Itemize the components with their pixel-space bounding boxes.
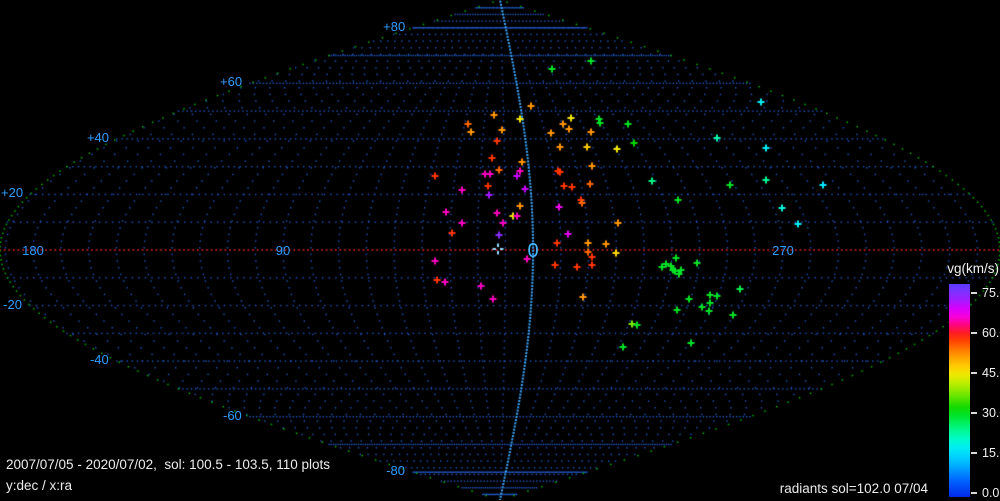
ra-axis-label: 0 [527,240,539,262]
dec-axis-label: -40 [89,352,109,368]
date-range-status: 2007/07/05 - 2020/07/02, sol: 100.5 - 10… [6,457,330,472]
dec-axis-label: -80 [386,463,405,479]
ra-axis-label: 270 [772,243,794,258]
radiants-sol-status: radiants sol=102.0 07/04 [779,481,928,496]
dec-axis-label: +40 [86,129,110,145]
axes-legend: y:dec / x:ra [6,478,73,493]
ra-axis-label: 180 [22,243,44,258]
dec-axis-label: +20 [1,185,24,201]
dec-axis-label: -60 [223,407,242,423]
dec-axis-label: +80 [383,18,406,34]
dec-axis-label: +60 [220,74,243,90]
sky-map-canvas[interactable] [0,0,1000,500]
dec-axis-label: -20 [3,296,22,312]
ra-axis-label: 90 [275,243,291,258]
